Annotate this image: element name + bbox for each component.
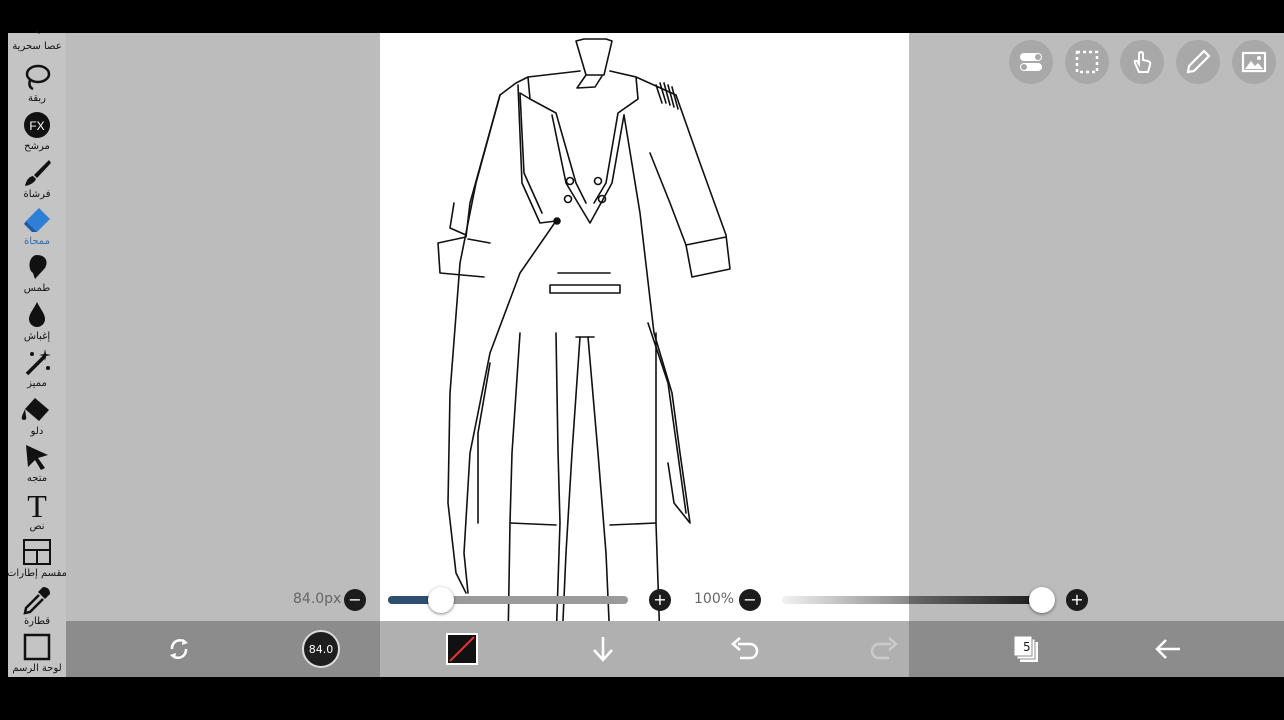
- opacity-value: 100%: [694, 591, 735, 607]
- lasso-icon: [25, 64, 51, 91]
- brush-icon: [25, 160, 51, 186]
- drawing-canvas[interactable]: [380, 33, 909, 621]
- tool-brush[interactable]: فرشاة: [8, 157, 66, 200]
- back-arrow-icon: [1155, 639, 1180, 659]
- brush-size-track[interactable]: [388, 596, 628, 604]
- redo-button[interactable]: [867, 631, 903, 667]
- tool-smudge[interactable]: طمس: [8, 251, 66, 294]
- tool-label: طمس: [23, 283, 51, 294]
- tool-eyedropper[interactable]: قطارة: [8, 584, 66, 627]
- blur-icon: [29, 302, 45, 327]
- svg-text:FX: FX: [29, 119, 44, 133]
- touch-button[interactable]: [1120, 40, 1164, 84]
- bottom-bar: 84.0 5: [66, 621, 1284, 677]
- brush-size-knob[interactable]: [427, 587, 454, 613]
- app-window: عصا سحرية ربقة FX مرشح فرشاة ممحاة طمس إ…: [0, 0, 1284, 720]
- tool-text[interactable]: T نص: [8, 489, 66, 532]
- tool-magic-wand[interactable]: عصا سحرية: [8, 29, 66, 52]
- brush-size-value: 84.0px: [293, 591, 342, 607]
- color-swatch-button[interactable]: [444, 631, 480, 667]
- undo-button[interactable]: [726, 631, 762, 667]
- tool-lasso[interactable]: ربقة: [8, 61, 66, 104]
- color-swatch-icon: [446, 633, 478, 665]
- tool-label: ممحاة: [24, 236, 50, 247]
- smudge-icon: [29, 255, 47, 279]
- workspace: [66, 33, 1284, 621]
- canvas-icon: [23, 633, 51, 661]
- tool-sidebar: عصا سحرية ربقة FX مرشح فرشاة ممحاة طمس إ…: [7, 29, 67, 677]
- tool-label: لوحة الرسم: [12, 663, 62, 674]
- tool-label: قطارة: [23, 616, 51, 627]
- image-button[interactable]: [1232, 40, 1276, 84]
- magic-wand-icon: [35, 29, 40, 34]
- opacity-knob[interactable]: [1029, 587, 1055, 613]
- brush-size-decrease-button[interactable]: −: [344, 589, 366, 611]
- image-icon: [1241, 51, 1267, 73]
- download-button[interactable]: [585, 631, 621, 667]
- special-icon: [25, 349, 51, 376]
- tool-move[interactable]: متجه: [8, 441, 66, 484]
- undo-icon: [731, 637, 759, 660]
- fx-filter-icon: FX: [24, 112, 50, 138]
- frame-divider-icon: [23, 539, 51, 565]
- touch-icon: [1133, 50, 1152, 73]
- download-arrow-icon: [593, 637, 613, 662]
- redo-icon: [870, 637, 898, 660]
- move-icon: [26, 445, 48, 470]
- pen-button[interactable]: [1176, 40, 1220, 84]
- brush-size-increase-button[interactable]: +: [649, 589, 671, 611]
- tool-special[interactable]: مميز: [8, 346, 66, 389]
- opacity-decrease-button[interactable]: −: [739, 589, 761, 611]
- brush-preview: 84.0: [302, 630, 340, 668]
- tool-label: عصا سحرية: [12, 41, 62, 52]
- eyedropper-icon: [23, 587, 50, 615]
- pen-icon: [1186, 49, 1211, 74]
- layers-count: 5: [1023, 640, 1031, 654]
- opacity-track[interactable]: [782, 596, 1044, 604]
- text-icon: T: [27, 489, 47, 521]
- bucket-icon: [21, 398, 49, 421]
- transform-button[interactable]: [161, 631, 197, 667]
- tool-label: مرشح: [24, 141, 50, 152]
- brush-preview-label: 84.0: [308, 642, 334, 656]
- toggle-button[interactable]: [1009, 40, 1053, 84]
- tool-label: فرشاة: [23, 189, 51, 200]
- tool-canvas[interactable]: لوحة الرسم: [8, 631, 66, 674]
- back-button[interactable]: [1150, 631, 1186, 667]
- selection-button[interactable]: [1065, 40, 1109, 84]
- toggle-icon: [1020, 53, 1042, 71]
- svg-text:T: T: [27, 489, 47, 521]
- tool-blur[interactable]: إغباش: [8, 299, 66, 342]
- tool-bucket[interactable]: دلو: [8, 394, 66, 437]
- tool-frame-divider[interactable]: مقسم إطارات: [7, 536, 67, 579]
- tool-label: مميز: [27, 378, 47, 389]
- selection-icon: [1075, 50, 1099, 74]
- tool-eraser[interactable]: ممحاة: [8, 204, 66, 247]
- tool-label: ربقة: [27, 93, 47, 104]
- tool-label: نص: [29, 521, 45, 532]
- tool-filter[interactable]: FX مرشح: [8, 109, 66, 152]
- tool-label: إغباش: [23, 331, 51, 342]
- brush-preview-button[interactable]: 84.0: [301, 629, 341, 669]
- eraser-icon: [24, 208, 50, 232]
- tool-label: مقسم إطارات: [7, 568, 67, 579]
- tool-label: متجه: [26, 473, 48, 484]
- layers-button[interactable]: 5: [1009, 631, 1045, 667]
- suit-sketch: [437, 38, 731, 621]
- transform-rotate-icon: [170, 639, 188, 659]
- tool-label: دلو: [30, 426, 44, 437]
- opacity-increase-button[interactable]: +: [1066, 589, 1088, 611]
